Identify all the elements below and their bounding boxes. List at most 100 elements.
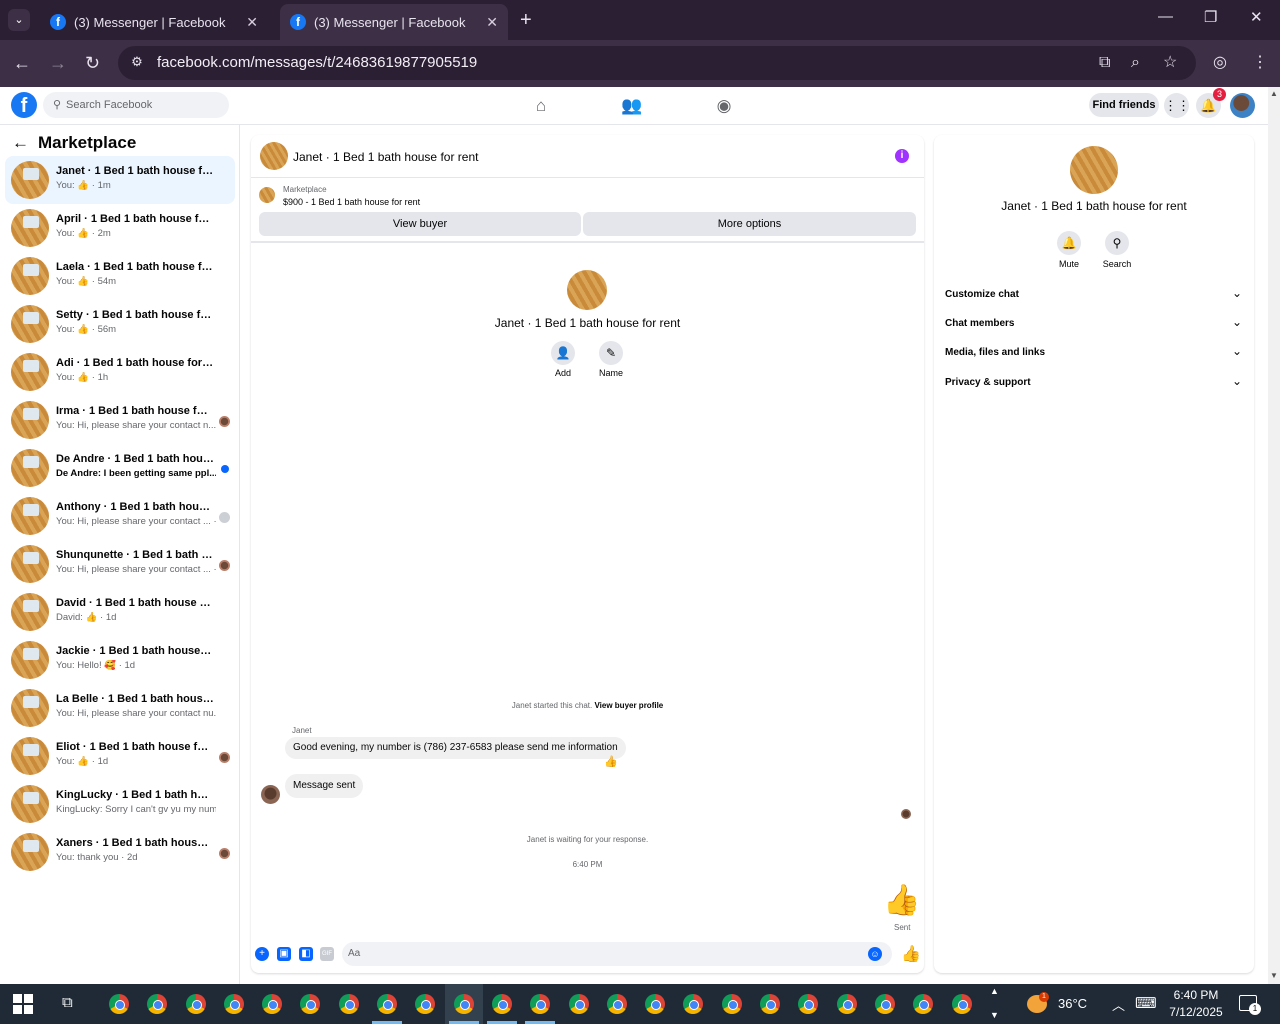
scroll-up-arrow-icon[interactable]: ▲ bbox=[1270, 89, 1278, 98]
tab-search-button[interactable]: ⌄ bbox=[8, 9, 30, 31]
chrome-taskbar-icon[interactable] bbox=[100, 984, 138, 1024]
chrome-taskbar-icon[interactable] bbox=[330, 984, 368, 1024]
conversation-item[interactable]: Xaners · 1 Bed 1 bath house for r... You:… bbox=[5, 828, 235, 876]
back-button[interactable]: ← bbox=[13, 52, 31, 74]
conversation-item[interactable]: April · 1 Bed 1 bath house for rent You: … bbox=[5, 204, 235, 252]
back-arrow-icon[interactable]: ← bbox=[12, 133, 29, 153]
facebook-search-input[interactable]: ⚲ Search Facebook bbox=[43, 92, 229, 118]
tray-scroll-up-icon[interactable]: ▲ bbox=[990, 986, 999, 996]
conversation-item[interactable]: Eliot · 1 Bed 1 bath house for rent You: … bbox=[5, 732, 235, 780]
chrome-taskbar-icon[interactable] bbox=[483, 984, 521, 1024]
chrome-taskbar-icon[interactable] bbox=[560, 984, 598, 1024]
media-files-links-section[interactable]: Media, files and links ⌄ bbox=[934, 339, 1254, 367]
browser-tab-2[interactable]: f (3) Messenger | Facebook ✕ bbox=[280, 4, 508, 40]
add-people-button[interactable]: 👤 Add bbox=[543, 341, 583, 378]
chrome-taskbar-icon[interactable] bbox=[904, 984, 942, 1024]
customize-chat-section[interactable]: Customize chat ⌄ bbox=[934, 281, 1254, 309]
message-input[interactable]: Aa ☺ bbox=[342, 942, 892, 966]
conversation-item[interactable]: Anthony · 1 Bed 1 bath house fo... You: H… bbox=[5, 492, 235, 540]
chat-avatar[interactable] bbox=[260, 142, 288, 170]
tray-scroll-down-icon[interactable]: ▼ bbox=[990, 1010, 999, 1020]
plus-actions-icon[interactable]: + bbox=[255, 947, 269, 961]
attach-photo-icon[interactable]: ▣ bbox=[277, 947, 291, 961]
listing-thumbnail[interactable] bbox=[259, 187, 275, 203]
profile-icon[interactable]: ◎ bbox=[1213, 53, 1227, 73]
chrome-taskbar-icon[interactable] bbox=[713, 984, 751, 1024]
address-bar[interactable]: ⚙ facebook.com/messages/t/24683619877905… bbox=[118, 46, 1196, 80]
reload-button[interactable]: ↻ bbox=[85, 52, 100, 74]
browser-menu-icon[interactable]: ⋮ bbox=[1252, 53, 1268, 73]
chrome-taskbar-icon[interactable] bbox=[943, 984, 981, 1024]
new-tab-button[interactable]: + bbox=[520, 9, 532, 31]
gif-icon[interactable]: GIF bbox=[320, 947, 334, 961]
chrome-taskbar-icon[interactable] bbox=[789, 984, 827, 1024]
conversation-item[interactable]: Jackie · 1 Bed 1 bath house for rent You:… bbox=[5, 636, 235, 684]
close-tab-icon[interactable]: ✕ bbox=[486, 14, 498, 31]
close-window-button[interactable]: ✕ bbox=[1250, 8, 1263, 26]
thumbs-up-reaction-icon[interactable]: 👍 bbox=[604, 755, 618, 768]
send-like-icon[interactable]: 👍 bbox=[901, 944, 921, 964]
listing-price-title[interactable]: $900 - 1 Bed 1 bath house for rent bbox=[283, 197, 420, 207]
system-clock[interactable]: 6:40 PM 7/12/2025 bbox=[1166, 987, 1226, 1021]
chrome-taskbar-icon[interactable] bbox=[751, 984, 789, 1024]
conversation-item[interactable]: Laela · 1 Bed 1 bath house for rent You: … bbox=[5, 252, 235, 300]
site-info-icon[interactable]: ⚙ bbox=[128, 54, 146, 72]
conversation-item[interactable]: Adi · 1 Bed 1 bath house for rent You: 👍 … bbox=[5, 348, 235, 396]
incoming-message-bubble[interactable]: Good evening, my number is (786) 237-658… bbox=[285, 737, 626, 759]
emoji-picker-icon[interactable]: ☺ bbox=[868, 947, 882, 961]
sender-avatar[interactable] bbox=[261, 785, 280, 804]
groups-nav-icon[interactable]: ◉ bbox=[712, 94, 736, 118]
conversation-item[interactable]: Irma · 1 Bed 1 bath house for rent You: H… bbox=[5, 396, 235, 444]
chrome-taskbar-icon[interactable] bbox=[521, 984, 559, 1024]
chrome-taskbar-icon[interactable] bbox=[866, 984, 904, 1024]
zoom-icon[interactable]: ⌕ bbox=[1131, 53, 1140, 73]
forward-button[interactable]: → bbox=[49, 52, 67, 74]
task-view-icon[interactable]: ⧉ bbox=[62, 994, 73, 1011]
temperature-text[interactable]: 36°C bbox=[1058, 996, 1087, 1011]
more-options-button[interactable]: More options bbox=[583, 212, 916, 236]
privacy-support-section[interactable]: Privacy & support ⌄ bbox=[934, 369, 1254, 397]
menu-grid-icon[interactable]: ⋮⋮ bbox=[1164, 93, 1190, 118]
find-friends-button[interactable]: Find friends bbox=[1089, 93, 1159, 117]
conversation-item[interactable]: Janet · 1 Bed 1 bath house for rent You: … bbox=[5, 156, 235, 204]
message-sent-bubble[interactable]: Message sent bbox=[285, 774, 364, 798]
browser-tab-1[interactable]: f (3) Messenger | Facebook ✕ bbox=[40, 4, 268, 40]
install-app-icon[interactable]: ⧉ bbox=[1099, 53, 1110, 73]
show-hidden-icons-chevron-icon[interactable]: ︿ bbox=[1112, 995, 1125, 1014]
chat-title[interactable]: Janet · 1 Bed 1 bath house for rent bbox=[293, 150, 478, 164]
conversation-item[interactable]: La Belle · 1 Bed 1 bath house for rent Yo… bbox=[5, 684, 235, 732]
large-thumbs-up-icon[interactable]: 👍 bbox=[883, 885, 920, 917]
chrome-taskbar-icon[interactable] bbox=[636, 984, 674, 1024]
close-tab-icon[interactable]: ✕ bbox=[246, 14, 258, 31]
sticker-icon[interactable]: ◧ bbox=[299, 947, 313, 961]
chrome-taskbar-icon[interactable] bbox=[215, 984, 253, 1024]
windows-start-icon[interactable] bbox=[13, 994, 33, 1014]
chrome-taskbar-icon[interactable] bbox=[291, 984, 329, 1024]
chrome-taskbar-icon[interactable] bbox=[406, 984, 444, 1024]
conversation-item[interactable]: Shunqunette · 1 Bed 1 bath hous... You: H… bbox=[5, 540, 235, 588]
scroll-down-arrow-icon[interactable]: ▼ bbox=[1270, 971, 1278, 980]
mute-button[interactable]: 🔔 Mute bbox=[1049, 231, 1089, 269]
home-nav-icon[interactable]: ⌂ bbox=[529, 94, 553, 118]
facebook-logo-icon[interactable]: f bbox=[11, 92, 37, 118]
conversation-item[interactable]: David · 1 Bed 1 bath house for rent David… bbox=[5, 588, 235, 636]
chrome-taskbar-icon[interactable] bbox=[138, 984, 176, 1024]
chrome-taskbar-icon[interactable] bbox=[253, 984, 291, 1024]
edit-name-button[interactable]: ✎ Name bbox=[591, 341, 631, 378]
conversation-item[interactable]: Setty · 1 Bed 1 bath house for rent You: … bbox=[5, 300, 235, 348]
chrome-taskbar-icon[interactable] bbox=[368, 984, 406, 1024]
chrome-taskbar-icon[interactable] bbox=[828, 984, 866, 1024]
page-scrollbar[interactable]: ▲ ▼ bbox=[1268, 87, 1280, 984]
bookmark-star-icon[interactable]: ☆ bbox=[1163, 53, 1177, 73]
chrome-taskbar-icon[interactable] bbox=[598, 984, 636, 1024]
restore-button[interactable]: ❐ bbox=[1204, 8, 1217, 26]
minimize-button[interactable]: — bbox=[1158, 8, 1173, 25]
chat-members-section[interactable]: Chat members ⌄ bbox=[934, 310, 1254, 338]
conversation-item[interactable]: De Andre · 1 Bed 1 bath house fo... De An… bbox=[5, 444, 235, 492]
chrome-taskbar-icon[interactable] bbox=[177, 984, 215, 1024]
conversation-info-icon[interactable]: i bbox=[895, 149, 909, 163]
account-avatar[interactable] bbox=[1230, 93, 1255, 118]
view-buyer-profile-link[interactable]: View buyer profile bbox=[594, 701, 663, 710]
friends-nav-icon[interactable]: 👥 bbox=[620, 94, 644, 118]
keyboard-icon[interactable]: ⌨ bbox=[1135, 994, 1157, 1012]
